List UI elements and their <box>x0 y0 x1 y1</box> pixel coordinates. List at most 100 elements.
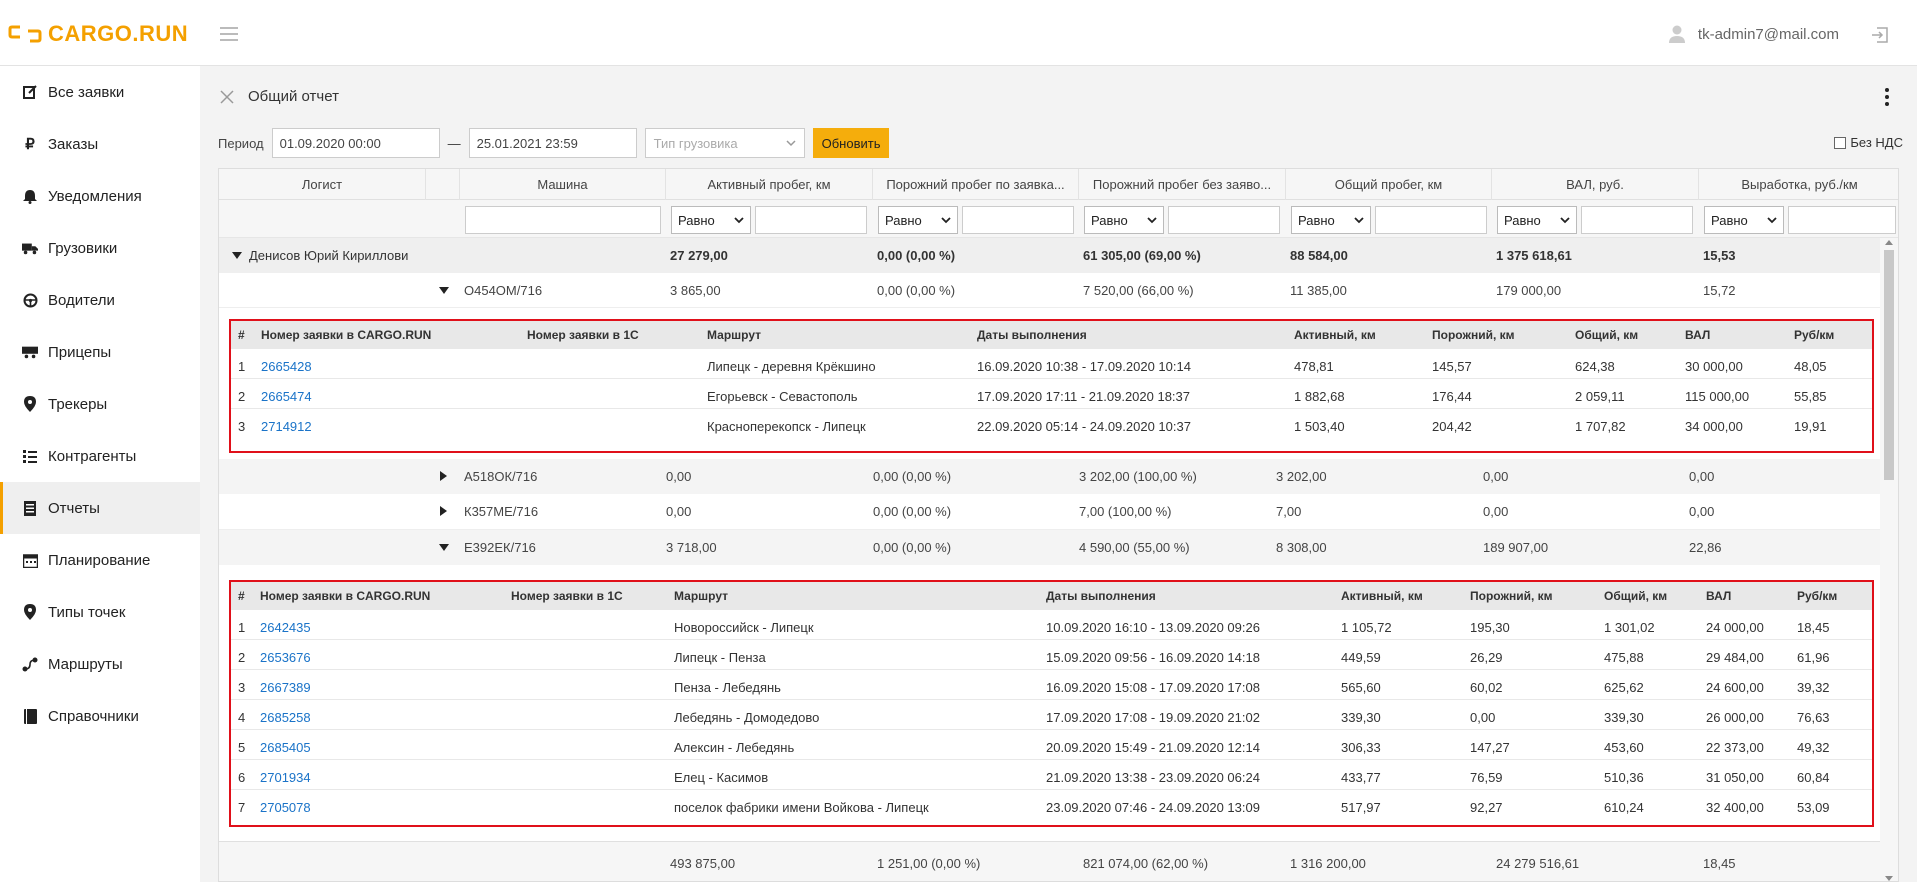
column-header-empty-run-noreq[interactable]: Порожний пробег без заяво... <box>1079 169 1286 200</box>
collapse-triangle-icon[interactable] <box>232 252 242 259</box>
column-header-truck[interactable]: Машина <box>460 169 666 200</box>
request-link[interactable]: 2685405 <box>260 736 311 760</box>
sidebar-item-label: Планирование <box>48 551 151 569</box>
request-link[interactable]: 2642435 <box>260 616 311 640</box>
chevron-down-icon <box>786 139 796 146</box>
sidebar-item-trackers[interactable]: Трекеры <box>0 378 200 430</box>
logo-icon <box>8 25 42 43</box>
logout-icon[interactable] <box>1871 26 1889 44</box>
table-row[interactable]: 7 2705078 поселок фабрики имени Войкова … <box>231 796 1872 820</box>
vertical-scrollbar[interactable] <box>1880 238 1898 881</box>
request-link[interactable]: 2667389 <box>260 676 311 700</box>
refresh-button[interactable]: Обновить <box>812 128 890 158</box>
truck-val: 0,00 <box>1483 504 1509 519</box>
truck-row[interactable]: Е392ЕК/716 3 718,00 0,00 (0,00 %) 4 590,… <box>219 530 1881 565</box>
dates: 17.09.2020 17:11 - 21.09.2020 18:37 <box>977 389 1191 404</box>
sidebar-item-drivers[interactable]: Водители <box>0 274 200 326</box>
table-row[interactable]: 6 2701934 Елец - Касимов 21.09.2020 13:3… <box>231 766 1872 790</box>
request-link[interactable]: 2665428 <box>261 355 312 379</box>
truck-type-select[interactable]: Тип грузовика <box>644 128 805 158</box>
logist-group-row[interactable]: Денисов Юрий Кириллови 27 279,00 0,00 (0… <box>219 238 1881 273</box>
scroll-thumb[interactable] <box>1884 250 1894 480</box>
logist-output: 15,53 <box>1703 248 1736 263</box>
period-from-input[interactable]: 01.09.2020 00:00 <box>271 128 440 158</box>
scroll-up-icon[interactable] <box>1885 240 1893 245</box>
period-to-input[interactable]: 25.01.2021 23:59 <box>468 128 637 158</box>
active-run-filter-input[interactable] <box>755 206 867 234</box>
table-row[interactable]: 4 2685258 Лебедянь - Домодедово 17.09.20… <box>231 706 1872 730</box>
request-link[interactable]: 2714912 <box>261 415 312 439</box>
table-row[interactable]: 2 2665474 Егорьевск - Севастополь 17.09.… <box>231 385 1872 409</box>
column-header-val[interactable]: ВАЛ, руб. <box>1492 169 1699 200</box>
empty-run-noreq-filter-input[interactable] <box>1168 206 1280 234</box>
output-filter-input[interactable] <box>1788 206 1896 234</box>
truck-filter-input[interactable] <box>465 206 661 234</box>
close-icon[interactable] <box>220 89 234 104</box>
bell-icon <box>22 188 38 204</box>
dates: 15.09.2020 09:56 - 16.09.2020 14:18 <box>1046 650 1260 665</box>
request-link[interactable]: 2685258 <box>260 706 311 730</box>
active-km: 1 882,68 <box>1294 389 1345 404</box>
sidebar-item-label: Справочники <box>48 707 139 725</box>
collapse-triangle-icon[interactable] <box>439 544 449 551</box>
truck-output: 0,00 <box>1689 504 1715 519</box>
val-op-select[interactable]: Равно <box>1497 206 1577 234</box>
row-num: 7 <box>238 800 246 815</box>
sidebar-item-point-types[interactable]: Типы точек <box>0 586 200 638</box>
table-row[interactable]: 2 2653676 Липецк - Пенза 15.09.2020 09:5… <box>231 646 1872 670</box>
column-header-output[interactable]: Выработка, руб./км <box>1699 169 1898 200</box>
table-row[interactable]: 3 2667389 Пенза - Лебедянь 16.09.2020 15… <box>231 676 1872 700</box>
sidebar-item-orders[interactable]: ₽ Заказы <box>0 118 200 170</box>
user-info[interactable]: tk-admin7@mail.com <box>1668 24 1839 44</box>
total-run-filter-input[interactable] <box>1375 206 1487 234</box>
table-row[interactable]: 1 2642435 Новороссийск - Липецк 10.09.20… <box>231 616 1872 640</box>
expand-triangle-icon[interactable] <box>440 471 447 481</box>
table-row[interactable]: 5 2685405 Алексин - Лебедянь 20.09.2020 … <box>231 736 1872 760</box>
totals-val: 24 279 516,61 <box>1496 856 1580 871</box>
empty-km: 145,57 <box>1432 359 1472 374</box>
empty-run-req-filter-input[interactable] <box>962 206 1074 234</box>
truck-row[interactable]: А518ОК/716 0,00 0,00 (0,00 %) 3 202,00 (… <box>219 459 1881 494</box>
table-row[interactable]: 1 2665428 Липецк - деревня Крёкшино 16.0… <box>231 355 1872 379</box>
expand-triangle-icon[interactable] <box>440 506 447 516</box>
sub-col-1c-id: Номер заявки в 1С <box>511 589 623 603</box>
sidebar-item-routes[interactable]: Маршруты <box>0 638 200 690</box>
more-options-icon[interactable] <box>1885 88 1889 106</box>
column-header-total-run[interactable]: Общий пробег, км <box>1286 169 1492 200</box>
sidebar-item-all-requests[interactable]: Все заявки <box>0 66 200 118</box>
total-run-op-select[interactable]: Равно <box>1291 206 1371 234</box>
sidebar-item-notifications[interactable]: Уведомления <box>0 170 200 222</box>
request-link[interactable]: 2665474 <box>261 385 312 409</box>
table-row[interactable]: 3 2714912 Красноперекопск - Липецк 22.09… <box>231 415 1872 439</box>
menu-toggle-icon[interactable] <box>220 27 238 41</box>
val-filter-input[interactable] <box>1581 206 1693 234</box>
request-link[interactable]: 2705078 <box>260 796 311 820</box>
rub-per-km: 60,84 <box>1797 770 1830 785</box>
column-header-active-run[interactable]: Активный пробег, км <box>666 169 873 200</box>
scroll-down-icon[interactable] <box>1885 876 1893 881</box>
sidebar-item-contractors[interactable]: Контрагенты <box>0 430 200 482</box>
empty-run-req-op-select[interactable]: Равно <box>878 206 958 234</box>
sidebar-item-trucks[interactable]: Грузовики <box>0 222 200 274</box>
sidebar-item-directories[interactable]: Справочники <box>0 690 200 742</box>
column-header-logist[interactable]: Логист <box>219 169 426 200</box>
logo[interactable]: CARGO.RUN <box>8 20 188 48</box>
collapse-triangle-icon[interactable] <box>439 287 449 294</box>
output-op-select[interactable]: Равно <box>1704 206 1784 234</box>
empty-run-noreq-op-select[interactable]: Равно <box>1084 206 1164 234</box>
list-icon <box>22 448 38 464</box>
sidebar-item-trailers[interactable]: Прицепы <box>0 326 200 378</box>
truck-row[interactable]: О454ОМ/716 3 865,00 0,00 (0,00 %) 7 520,… <box>219 273 1881 308</box>
grid-totals-row: 493 875,00 1 251,00 (0,00 %) 821 074,00 … <box>219 841 1881 881</box>
truck-row[interactable]: К357МЕ/716 0,00 0,00 (0,00 %) 7,00 (100,… <box>219 494 1881 530</box>
column-header-empty-run-req[interactable]: Порожний пробег по заявка... <box>873 169 1079 200</box>
active-run-op-select[interactable]: Равно <box>671 206 751 234</box>
no-vat-checkbox[interactable]: Без НДС <box>1834 135 1903 150</box>
sidebar-item-planning[interactable]: Планирование <box>0 534 200 586</box>
active-km: 306,33 <box>1341 740 1381 755</box>
request-link[interactable]: 2653676 <box>260 646 311 670</box>
empty-km: 147,27 <box>1470 740 1510 755</box>
request-link[interactable]: 2701934 <box>260 766 311 790</box>
sidebar-item-label: Все заявки <box>48 83 125 101</box>
sidebar-item-reports[interactable]: Отчеты <box>0 482 200 534</box>
